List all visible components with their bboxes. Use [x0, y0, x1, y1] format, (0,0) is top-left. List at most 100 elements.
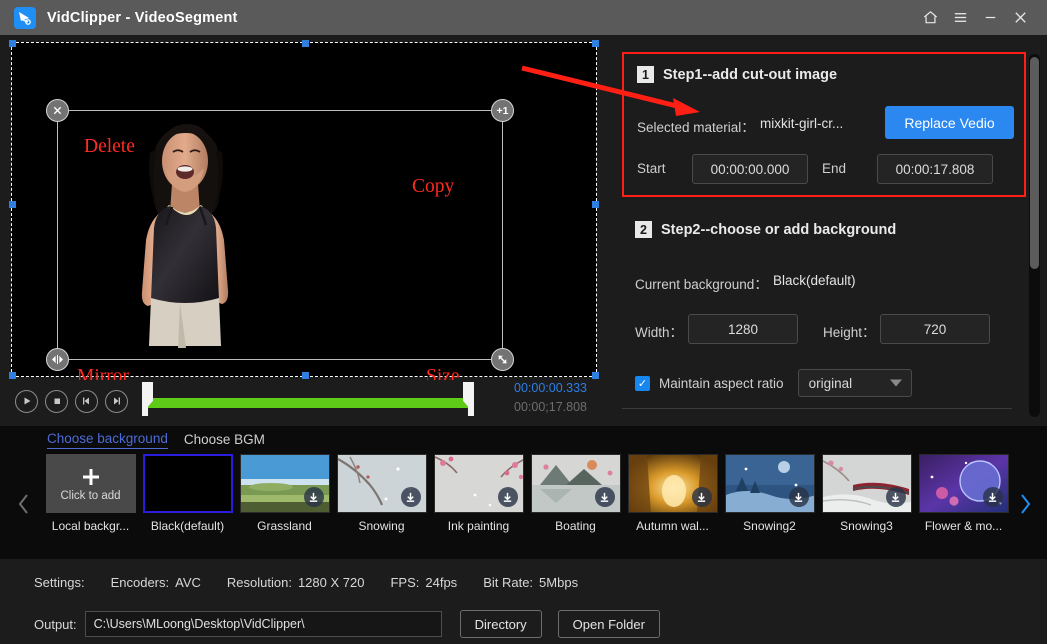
- thumbnail-label: Black(default): [150, 519, 225, 533]
- strip-next-arrow-icon[interactable]: [1013, 489, 1037, 519]
- trim-end-marker[interactable]: [463, 382, 474, 416]
- start-label: Start: [637, 161, 666, 176]
- maintain-aspect-ratio-label: Maintain aspect ratio: [659, 375, 784, 391]
- next-frame-button[interactable]: [105, 389, 128, 413]
- thumbnail-label: Ink painting: [447, 519, 510, 533]
- end-time-input[interactable]: 00:00:17.808: [877, 154, 993, 184]
- replace-video-button[interactable]: Replace Vedio: [885, 106, 1014, 139]
- background-tile-snowing2[interactable]: [724, 454, 815, 513]
- background-tile-ink-painting[interactable]: [433, 454, 524, 513]
- download-icon[interactable]: [497, 487, 518, 507]
- play-button[interactable]: [15, 389, 38, 413]
- background-tile-flower-moon[interactable]: [918, 454, 1009, 513]
- canvas-anchor-dot: [9, 40, 16, 47]
- steps-panel: 1 Step1--add cut-out image Selected mate…: [608, 42, 1046, 425]
- list-item[interactable]: Black(default): [139, 454, 236, 533]
- list-item[interactable]: Boating: [527, 454, 624, 533]
- download-icon[interactable]: [691, 487, 712, 507]
- list-item[interactable]: Snowing: [333, 454, 430, 533]
- menu-icon[interactable]: [945, 4, 975, 32]
- fps-label: FPS:: [390, 575, 420, 590]
- list-item[interactable]: Ink painting: [430, 454, 527, 533]
- output-path-input[interactable]: C:\Users\MLoong\Desktop\VidClipper\: [84, 611, 442, 637]
- download-icon[interactable]: [885, 487, 906, 507]
- panel-scrollbar-track[interactable]: [1029, 54, 1040, 417]
- selected-material-label: Selected material：: [637, 120, 755, 135]
- canvas-anchor-dot: [9, 201, 16, 208]
- panel-scrollbar-thumb[interactable]: [1030, 57, 1039, 269]
- background-tile-snowing[interactable]: [336, 454, 427, 513]
- step2-title: Step2--choose or add background: [661, 221, 897, 238]
- minimize-icon[interactable]: [975, 4, 1005, 32]
- background-thumbnail-list: Click to add Local backgr... Black(defau…: [42, 454, 1012, 533]
- app-logo-icon: [14, 6, 36, 29]
- height-label: Height：: [823, 325, 876, 340]
- open-folder-button[interactable]: Open Folder: [557, 610, 660, 638]
- height-input[interactable]: 720: [880, 314, 990, 344]
- selected-material-value: mixkit-girl-cr...: [760, 116, 844, 131]
- download-icon[interactable]: [303, 487, 324, 507]
- canvas-anchor-dot: [592, 372, 599, 379]
- download-icon[interactable]: [594, 487, 615, 507]
- close-icon[interactable]: [1005, 4, 1035, 32]
- list-item[interactable]: Flower & mo...: [915, 454, 1012, 533]
- vidclipper-window: VidClipper - VideoSegment +1 Delete Copy…: [0, 0, 1047, 644]
- thumbnail-label: Flower & mo...: [924, 519, 1003, 533]
- list-item[interactable]: Snowing2: [721, 454, 818, 533]
- panel-divider: [622, 408, 1012, 409]
- background-tile-black[interactable]: [142, 454, 233, 513]
- resize-handle-icon[interactable]: [491, 348, 514, 371]
- home-icon[interactable]: [915, 4, 945, 32]
- thumbnail-label: Local backgr...: [51, 519, 130, 533]
- list-item[interactable]: Snowing3: [818, 454, 915, 533]
- stop-button[interactable]: [45, 389, 68, 413]
- thumbnail-label: Snowing2: [743, 519, 796, 533]
- maintain-aspect-ratio-checkbox[interactable]: ✓: [635, 375, 650, 391]
- list-item[interactable]: Autumn wal...: [624, 454, 721, 533]
- strip-tabs: Choose background Choose BGM: [47, 431, 265, 449]
- step1-title: Step1--add cut-out image: [663, 66, 838, 83]
- tab-choose-bgm[interactable]: Choose BGM: [184, 432, 265, 449]
- timeline-track-area[interactable]: 00:00:00.333 00:00;17.808: [142, 380, 591, 422]
- tab-choose-background[interactable]: Choose background: [47, 431, 168, 449]
- canvas-anchor-dot: [302, 40, 309, 47]
- resolution-value: 1280 X 720: [297, 575, 365, 590]
- background-tile-grassland[interactable]: [239, 454, 330, 513]
- background-tile-autumn-walk[interactable]: [627, 454, 718, 513]
- end-label: End: [822, 161, 847, 176]
- width-input[interactable]: 1280: [688, 314, 798, 344]
- settings-label: Settings:: [34, 575, 85, 590]
- step2-badge: 2: [635, 221, 652, 238]
- local-background-add-tile[interactable]: Click to add: [45, 454, 136, 513]
- resolution-label: Resolution:: [226, 575, 292, 590]
- start-time-input[interactable]: 00:00:00.000: [692, 154, 808, 184]
- list-item[interactable]: Click to add Local backgr...: [42, 454, 139, 533]
- directory-button[interactable]: Directory: [459, 610, 542, 638]
- delete-handle-icon[interactable]: [46, 99, 69, 122]
- download-icon[interactable]: [982, 487, 1003, 507]
- overlay-label-delete: Delete: [84, 136, 135, 157]
- canvas-anchor-dot: [302, 372, 309, 379]
- step1-section: 1 Step1--add cut-out image Selected mate…: [622, 52, 1026, 197]
- download-icon[interactable]: [400, 487, 421, 507]
- thumbnail-label: Snowing: [358, 519, 405, 533]
- output-label: Output:: [34, 616, 77, 632]
- background-tile-boating[interactable]: [530, 454, 621, 513]
- download-icon[interactable]: [788, 487, 809, 507]
- canvas-anchor-dot: [592, 40, 599, 47]
- aspect-ratio-select[interactable]: original: [797, 369, 912, 397]
- encoders-label: Encoders:: [110, 575, 170, 590]
- list-item[interactable]: Grassland: [236, 454, 333, 533]
- copy-handle-icon[interactable]: +1: [491, 99, 514, 122]
- trim-start-marker[interactable]: [142, 382, 153, 416]
- overlay-label-copy: Copy: [412, 176, 455, 197]
- fps-value: 24fps: [425, 575, 458, 590]
- prev-frame-button[interactable]: [75, 389, 98, 413]
- thumbnail-label: Snowing3: [840, 519, 893, 533]
- timeline-progress-track[interactable]: [146, 398, 469, 408]
- strip-prev-arrow-icon[interactable]: [12, 489, 36, 519]
- aspect-ratio-value: original: [808, 375, 853, 391]
- video-preview-canvas[interactable]: +1 Delete Copy Mirror Size: [9, 40, 599, 387]
- mirror-handle-icon[interactable]: [46, 348, 69, 371]
- background-tile-snowing3[interactable]: [821, 454, 912, 513]
